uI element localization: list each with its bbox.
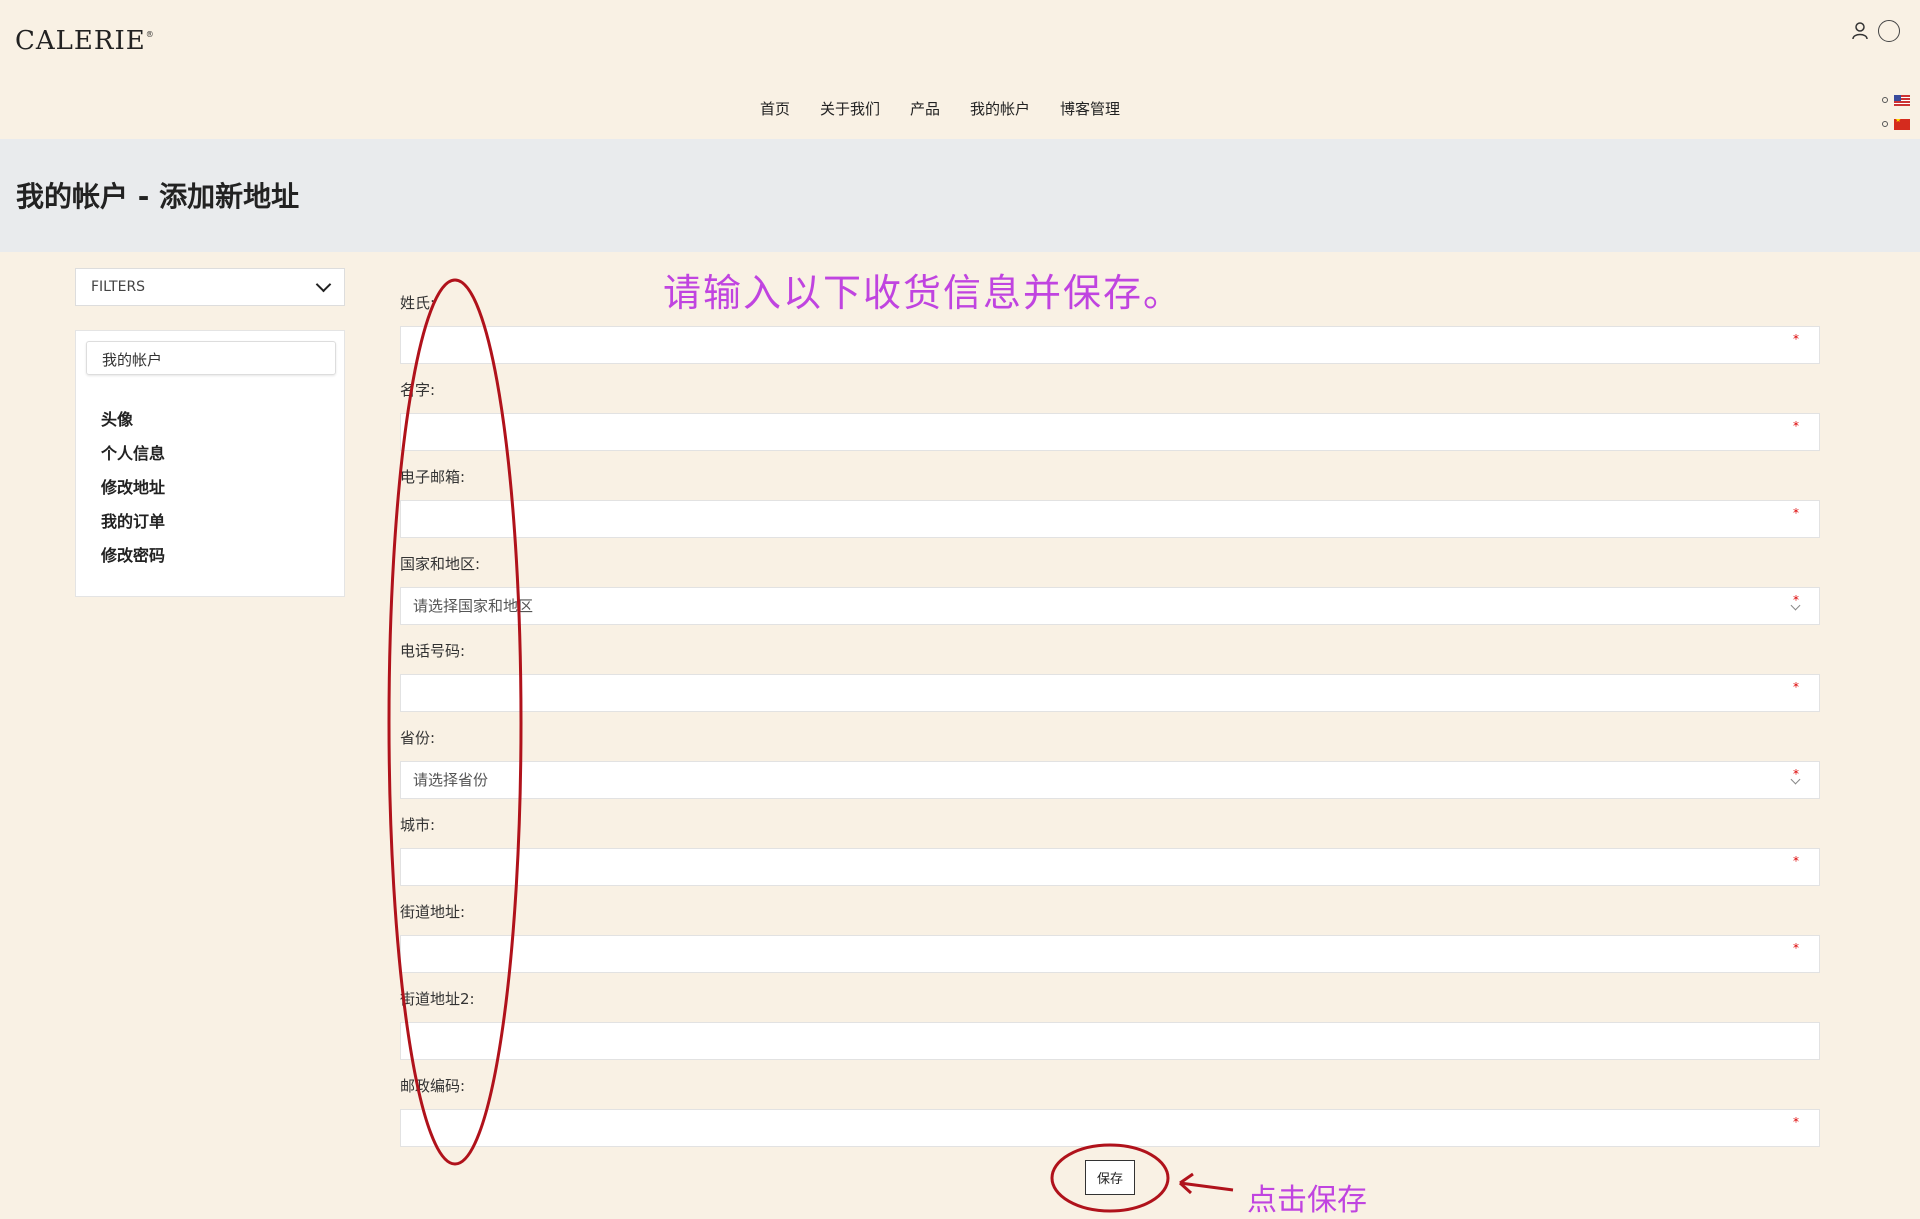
field-street: 街道地址: * <box>400 901 1820 988</box>
first-name-input[interactable]: * <box>400 413 1820 451</box>
user-icon[interactable] <box>1850 21 1870 41</box>
field-label: 省份: <box>400 729 436 747</box>
sidebar-item-avatar[interactable]: 头像 <box>101 403 165 437</box>
chevron-down-icon <box>315 276 332 293</box>
required-mark: * <box>1793 419 1799 433</box>
sidebar-panel: 我的帐户 头像 个人信息 修改地址 我的订单 修改密码 <box>75 330 345 597</box>
nav-item-account[interactable]: 我的帐户 <box>970 98 1030 119</box>
title-band: 我的帐户 - 添加新地址 <box>0 139 1920 252</box>
instruction-annotation: 请输入以下收货信息并保存。 <box>663 271 1184 315</box>
email-input[interactable]: * <box>400 500 1820 538</box>
sidebar-item-change-password[interactable]: 修改密码 <box>101 539 165 573</box>
nav-item-home[interactable]: 首页 <box>760 98 790 119</box>
field-email: 电子邮箱: * <box>400 466 1820 553</box>
nav-item-about[interactable]: 关于我们 <box>820 98 880 119</box>
last-name-input[interactable]: * <box>400 326 1820 364</box>
header-icons <box>1850 20 1900 42</box>
field-label: 姓氏: <box>400 294 436 312</box>
arrow-head-icon <box>1178 1172 1194 1195</box>
city-input[interactable]: * <box>400 848 1820 886</box>
nav-item-products[interactable]: 产品 <box>910 98 940 119</box>
street2-input[interactable] <box>400 1022 1820 1060</box>
province-select[interactable]: 请选择省份 * <box>400 761 1820 799</box>
required-mark: * <box>1793 1115 1799 1129</box>
required-mark: * <box>1793 941 1799 955</box>
field-first-name: 名字: * <box>400 379 1820 466</box>
field-label: 街道地址2: <box>400 990 475 1008</box>
sidebar-menu: 头像 个人信息 修改地址 我的订单 修改密码 <box>101 403 165 573</box>
field-label: 国家和地区: <box>400 555 481 573</box>
required-mark: * <box>1793 680 1799 694</box>
street-input[interactable]: * <box>400 935 1820 973</box>
filters-dropdown[interactable]: FILTERS <box>75 268 345 306</box>
required-mark: * <box>1793 854 1799 868</box>
nav-item-blog[interactable]: 博客管理 <box>1060 98 1120 119</box>
postcode-input[interactable]: * <box>400 1109 1820 1147</box>
field-province: 省份: 请选择省份 * <box>400 727 1820 814</box>
sidebar-item-edit-address[interactable]: 修改地址 <box>101 471 165 505</box>
required-mark: * <box>1793 506 1799 520</box>
us-flag-icon[interactable] <box>1894 94 1910 106</box>
sidebar-panel-title: 我的帐户 <box>86 341 336 375</box>
field-city: 城市: * <box>400 814 1820 901</box>
field-label: 邮政编码: <box>400 1077 466 1095</box>
required-mark: * <box>1793 332 1799 346</box>
language-switcher <box>1882 88 1910 136</box>
sidebar-item-personal-info[interactable]: 个人信息 <box>101 437 165 471</box>
field-label: 名字: <box>400 381 436 399</box>
field-label: 电话号码: <box>400 642 466 660</box>
cn-flag-icon[interactable] <box>1894 118 1910 130</box>
field-label: 街道地址: <box>400 903 466 921</box>
field-label: 电子邮箱: <box>400 468 466 486</box>
field-country: 国家和地区: 请选择国家和地区 * <box>400 553 1820 640</box>
save-button[interactable]: 保存 <box>1085 1160 1135 1195</box>
country-select[interactable]: 请选择国家和地区 * <box>400 587 1820 625</box>
field-phone: 电话号码: * <box>400 640 1820 727</box>
arrow-icon <box>1179 1181 1234 1192</box>
field-postcode: 邮政编码: * <box>400 1075 1820 1162</box>
globe-icon[interactable] <box>1878 20 1900 42</box>
address-form: 姓氏: * 名字: * 电子邮箱: * 国家和地区: 请选择国家和地区 * 电话号… <box>400 292 1820 1162</box>
page-title: 我的帐户 - 添加新地址 <box>16 180 300 213</box>
site-logo[interactable]: CALERIE® <box>15 26 155 56</box>
main-nav: 首页 关于我们 产品 我的帐户 博客管理 <box>0 98 1880 119</box>
phone-input[interactable]: * <box>400 674 1820 712</box>
field-street2: 街道地址2: <box>400 988 1820 1075</box>
field-label: 城市: <box>400 816 436 834</box>
sidebar-item-my-orders[interactable]: 我的订单 <box>101 505 165 539</box>
save-hint-annotation: 点击保存 <box>1247 1183 1367 1218</box>
site-header: CALERIE® 首页 关于我们 产品 我的帐户 博客管理 <box>0 0 1920 139</box>
filters-label: FILTERS <box>91 279 146 295</box>
